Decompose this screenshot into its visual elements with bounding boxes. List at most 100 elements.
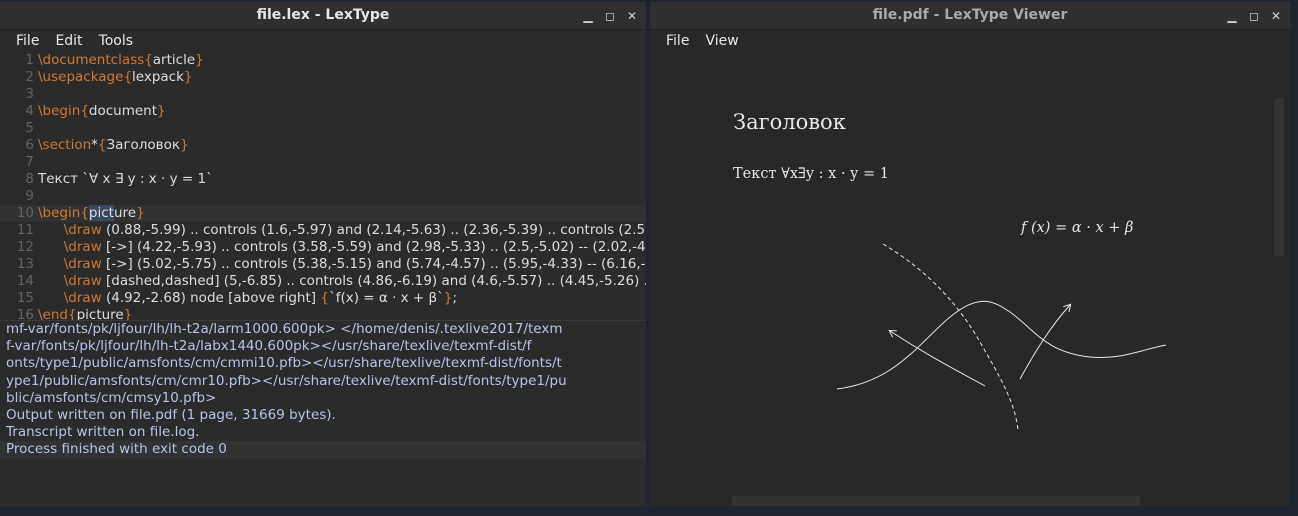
maximize-icon[interactable]: ◻ [1246,8,1262,24]
pdf-heading: Заголовок [733,110,846,134]
editor-title: file.lex - LexType [256,7,390,23]
menu-tools[interactable]: Tools [91,30,142,52]
code-token: { [80,205,89,221]
line-number: 8 [25,171,34,187]
code-token: * [91,137,98,153]
pdf-text: Текст ∀x∃y : x · y = 1 [733,166,889,182]
code-token: pict [88,205,114,221]
console-line: blic/amsfonts/cm/cmsy10.pfb> [6,389,217,406]
viewer-window: file.pdf - LexType Viewer ▁ ◻ ✕ File Vie… [650,2,1290,506]
code-line[interactable]: 3 [0,86,646,103]
code-line[interactable]: 13 \draw [->] (5.02,-5.75) .. controls (… [0,256,646,273]
code-token: } [195,52,204,68]
code-line[interactable]: 10 \begin{picture} [0,205,646,222]
code-token: { [320,290,329,306]
console-line: onts/type1/public/amsfonts/cm/cmmi10.pfb… [6,355,562,372]
code-token: [dashed,dashed] (5,-6.85) .. controls (4… [106,273,646,289]
code-line[interactable]: 8 Текст `∀ x ∃ y : x · y = 1` [0,171,646,188]
line-number: 12 [16,239,34,255]
console-line: Process finished with exit code 0 [0,441,646,459]
close-icon[interactable]: ✕ [624,8,640,24]
code-token: document [88,103,158,119]
line-number: 4 [25,103,34,119]
code-line[interactable]: 6 \section*{Заголовок} [0,137,646,154]
console-line: ype1/public/amsfonts/cm/cmr10.pfb></usr/… [6,372,567,389]
code-token: { [123,69,133,85]
minimize-icon[interactable]: ▁ [580,8,596,24]
line-number: 13 [16,256,34,272]
code-line[interactable]: 14 \draw [dashed,dashed] (5,-6.85) .. co… [0,273,646,290]
pdf-picture [836,243,1167,431]
line-number: 14 [16,273,34,289]
menu-file[interactable]: File [658,30,697,52]
code-token: { [144,52,153,68]
code-token: Заголовок [106,137,181,153]
code-token: \usepackage [38,69,124,85]
viewer-title: file.pdf - LexType Viewer [872,7,1068,23]
line-number: 10 [16,205,34,221]
code-line[interactable]: 4 \begin{document} [0,103,646,120]
code-token: `f(x) = α · x + β` [328,290,444,306]
line-number: 5 [25,120,34,136]
code-token: \begin [38,103,81,119]
console-line: Output written on file.pdf (1 page, 3166… [6,406,336,423]
vertical-scrollbar[interactable] [1274,98,1284,256]
code-line[interactable]: 15 \draw (4.92,-2.68) node [above right]… [0,290,646,307]
code-line[interactable]: 2 \usepackage{lexpack} [0,69,646,86]
close-icon[interactable]: ✕ [1268,8,1284,24]
line-number: 3 [25,86,34,102]
menu-file[interactable]: File [8,30,47,52]
console-line: f-var/fonts/pk/ljfour/lh/lh-t2a/labx1440… [6,338,532,355]
code-token: { [80,103,89,119]
line-number: 11 [16,222,34,238]
maximize-icon[interactable]: ◻ [602,8,618,24]
minimize-icon[interactable]: ▁ [1224,8,1240,24]
arrow-right-line [1019,305,1070,380]
code-token: lexpack [132,69,184,85]
code-token: \draw [63,222,102,238]
curve-line [836,300,1167,390]
editor-titlebar[interactable]: file.lex - LexType ▁ ◻ ✕ [0,2,646,30]
code-token: article [152,52,196,68]
editor-window: file.lex - LexType ▁ ◻ ✕ File Edit Tools… [0,2,646,506]
code-token: } [157,103,166,119]
code-token: [->] (4.22,-5.93) .. controls (3.58,-5.5… [101,239,646,255]
code-line[interactable]: 5 [0,120,646,137]
horizontal-scrollbar[interactable] [732,496,1140,506]
code-token: [->] (5.02,-5.75) .. controls (5.38,-5.1… [101,256,646,272]
code-editor[interactable]: 1 \documentclass{article} 2 \usepackage{lex… [0,52,646,324]
code-token: \begin [38,205,81,221]
code-token: ure [113,205,137,221]
line-number: 2 [25,69,34,85]
line-number: 6 [25,137,34,153]
code-token: } [136,205,145,221]
arrow-left-line [890,331,986,387]
menu-view[interactable]: View [697,30,746,52]
menu-edit[interactable]: Edit [47,30,90,52]
code-token: \draw [63,239,102,255]
code-token: } [183,69,193,85]
code-token: ; [452,290,458,306]
viewer-titlebar[interactable]: file.pdf - LexType Viewer ▁ ◻ ✕ [650,2,1290,30]
code-line[interactable]: 1 \documentclass{article} [0,52,646,69]
code-token: (0.88,-5.99) .. controls (1.6,-5.97) and… [106,222,646,238]
code-token: \draw [63,273,102,289]
code-line[interactable]: 12 \draw [->] (4.22,-5.93) .. controls (… [0,239,646,256]
code-token: { [97,137,107,153]
build-console[interactable]: mf-var/fonts/pk/ljfour/lh/lh-t2a/larm100… [0,320,646,506]
code-line[interactable]: 11 \draw (0.88,-5.99) .. controls (1.6,-… [0,222,646,239]
console-line: Transcript written on file.log. [6,424,200,441]
console-line: mf-var/fonts/pk/ljfour/lh/lh-t2a/larm100… [6,321,563,337]
code-line[interactable]: 7 [0,154,646,171]
line-number: 7 [25,154,34,170]
code-token: Текст `∀ x ∃ y : x · y = 1` [38,171,213,187]
dashed-line [882,243,1019,431]
code-line[interactable]: 9 [0,188,646,205]
viewer-menubar: File View [650,30,1290,52]
code-token: \draw [63,256,102,272]
